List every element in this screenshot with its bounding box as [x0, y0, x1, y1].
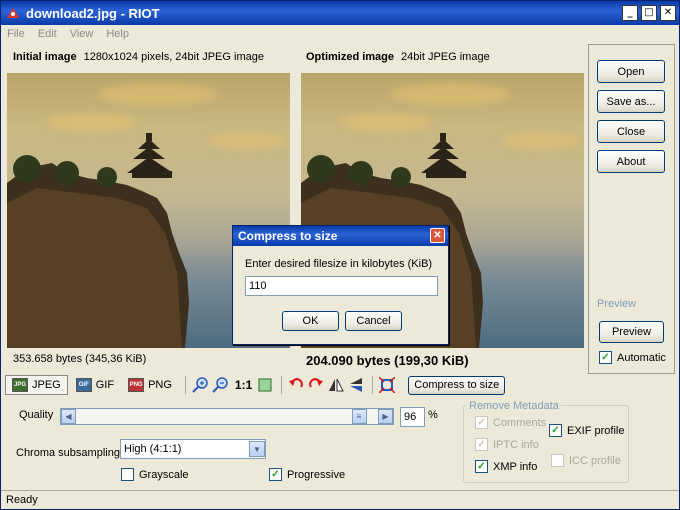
maximize-button[interactable]: □: [641, 5, 657, 21]
automatic-checkbox[interactable]: ✓ Automatic: [599, 351, 666, 364]
gif-file-icon: GIF: [75, 378, 92, 392]
open-button[interactable]: Open: [597, 60, 665, 83]
check-icon: ✓: [269, 468, 282, 481]
xmp-info-checkbox[interactable]: ✓ XMP info: [475, 460, 537, 473]
initial-image-label: Initial image: [13, 51, 77, 63]
title-bar[interactable]: download2.jpg - RIOT _ □ ✕: [1, 1, 679, 25]
progressive-label: Progressive: [287, 468, 346, 481]
slider-right-arrow-icon[interactable]: ▶: [378, 409, 393, 424]
dialog-prompt: Enter desired filesize in kilobytes (KiB…: [245, 258, 433, 270]
xmp-info-label: XMP info: [493, 460, 538, 473]
chroma-subsampling-label: Chroma subsampling: [16, 447, 120, 459]
about-button[interactable]: About: [597, 150, 665, 173]
menu-view[interactable]: View: [70, 28, 94, 40]
riot-window: download2.jpg - RIOT _ □ ✕ File Edit Vie…: [0, 0, 680, 510]
tab-gif-label: GIF: [95, 379, 115, 391]
rotate-left-icon[interactable]: [287, 376, 305, 394]
dialog-title: Compress to size: [238, 229, 338, 243]
fit-window-icon[interactable]: [256, 376, 274, 394]
optimized-image-info: 24bit JPEG image: [401, 51, 490, 63]
exif-profile-label: EXIF profile: [567, 424, 625, 437]
comments-checkbox[interactable]: ✓ Comments: [475, 416, 546, 429]
zoom-in-icon[interactable]: [191, 376, 209, 394]
toolbar-separator: [372, 376, 374, 394]
iptc-info-checkbox[interactable]: ✓ IPTC info: [475, 438, 539, 451]
compress-to-size-button[interactable]: Compress to size: [408, 375, 506, 395]
check-icon: ✓: [475, 460, 488, 473]
png-file-icon: PNG: [128, 378, 145, 392]
status-text: Ready: [6, 494, 38, 506]
iptc-info-label: IPTC info: [493, 438, 539, 451]
chroma-selected-value: High (4:1:1): [124, 443, 182, 455]
tab-jpeg-label: JPEG: [32, 379, 61, 391]
menu-edit[interactable]: Edit: [38, 28, 57, 40]
check-icon: ✓: [475, 416, 488, 429]
crop-icon[interactable]: [378, 376, 396, 394]
flip-vertical-icon[interactable]: [347, 376, 365, 394]
jpeg-file-icon: JPG: [12, 378, 28, 392]
dialog-close-icon[interactable]: ✕: [430, 228, 445, 243]
rotate-right-icon[interactable]: [307, 376, 325, 394]
initial-image-header: Initial image 1280x1024 pixels, 24bit JPE…: [13, 51, 264, 63]
side-panel: Open Save as... Close About Preview Prev…: [588, 44, 675, 374]
ok-button[interactable]: OK: [282, 311, 339, 331]
check-icon: ✓: [475, 438, 488, 451]
quality-slider[interactable]: ◀ ≡ ▶: [60, 408, 394, 425]
remove-metadata-label: Remove Metadata: [467, 400, 561, 412]
preview-group-label: Preview: [597, 298, 637, 310]
toolbar-separator: [184, 376, 186, 394]
exif-profile-checkbox[interactable]: ✓ EXIF profile: [549, 424, 624, 437]
tab-png-label: PNG: [148, 379, 172, 391]
flip-horizontal-icon[interactable]: [327, 376, 345, 394]
compress-to-size-dialog: Compress to size ✕ Enter desired filesiz…: [232, 225, 449, 345]
check-icon: ✓: [549, 424, 562, 437]
initial-size: 353.658 bytes (345,36 KiB): [13, 353, 147, 365]
automatic-label: Automatic: [617, 351, 666, 364]
filesize-input[interactable]: 110: [245, 276, 438, 296]
cancel-button[interactable]: Cancel: [345, 311, 402, 331]
slider-thumb[interactable]: ≡: [351, 409, 367, 424]
quality-label: Quality: [19, 409, 54, 421]
checkbox-box: [551, 454, 564, 467]
menu-file[interactable]: File: [7, 28, 25, 40]
tab-jpeg[interactable]: JPG JPEG: [5, 375, 68, 395]
zoom-out-icon[interactable]: [211, 376, 229, 394]
optimized-size: 204.090 bytes (199,30 KiB): [306, 353, 469, 368]
slider-left-arrow-icon[interactable]: ◀: [61, 409, 76, 424]
initial-image-info: 1280x1024 pixels, 24bit JPEG image: [83, 51, 264, 63]
quality-value-input[interactable]: 96: [400, 407, 425, 427]
toolbar: JPG JPEG GIF GIF PNG PNG 1:1 Compress to…: [5, 373, 675, 397]
grayscale-checkbox[interactable]: Grayscale: [121, 468, 189, 481]
zoom-1to1-button[interactable]: 1:1: [235, 378, 252, 392]
dialog-title-bar[interactable]: Compress to size ✕: [233, 226, 448, 246]
toolbar-separator: [281, 376, 283, 394]
icc-profile-label: ICC profile: [569, 454, 621, 467]
optimized-image-label: Optimized image: [306, 51, 395, 63]
menu-help[interactable]: Help: [106, 28, 129, 40]
tab-gif[interactable]: GIF GIF: [70, 375, 120, 395]
check-icon: ✓: [599, 351, 612, 364]
checkbox-box: [121, 468, 134, 481]
menu-bar: File Edit View Help: [1, 25, 679, 42]
comments-label: Comments: [493, 416, 547, 429]
status-bar: Ready: [1, 490, 679, 509]
minimize-button[interactable]: _: [622, 5, 638, 21]
progressive-checkbox[interactable]: ✓ Progressive: [269, 468, 345, 481]
close-image-button[interactable]: Close: [597, 120, 665, 143]
save-as-button[interactable]: Save as...: [597, 90, 665, 113]
optimized-image-header: Optimized image 24bit JPEG image: [306, 51, 490, 63]
tab-png[interactable]: PNG PNG: [122, 375, 178, 395]
chroma-subsampling-select[interactable]: High (4:1:1) ▼: [120, 439, 266, 459]
grayscale-label: Grayscale: [139, 468, 189, 481]
icc-profile-checkbox[interactable]: ICC profile: [551, 454, 621, 467]
close-button[interactable]: ✕: [660, 5, 676, 21]
riot-app-icon[interactable]: [5, 5, 21, 21]
window-title: download2.jpg - RIOT: [26, 5, 160, 21]
chevron-down-icon[interactable]: ▼: [249, 441, 265, 457]
percent-label: %: [428, 409, 438, 421]
preview-button[interactable]: Preview: [599, 321, 664, 343]
